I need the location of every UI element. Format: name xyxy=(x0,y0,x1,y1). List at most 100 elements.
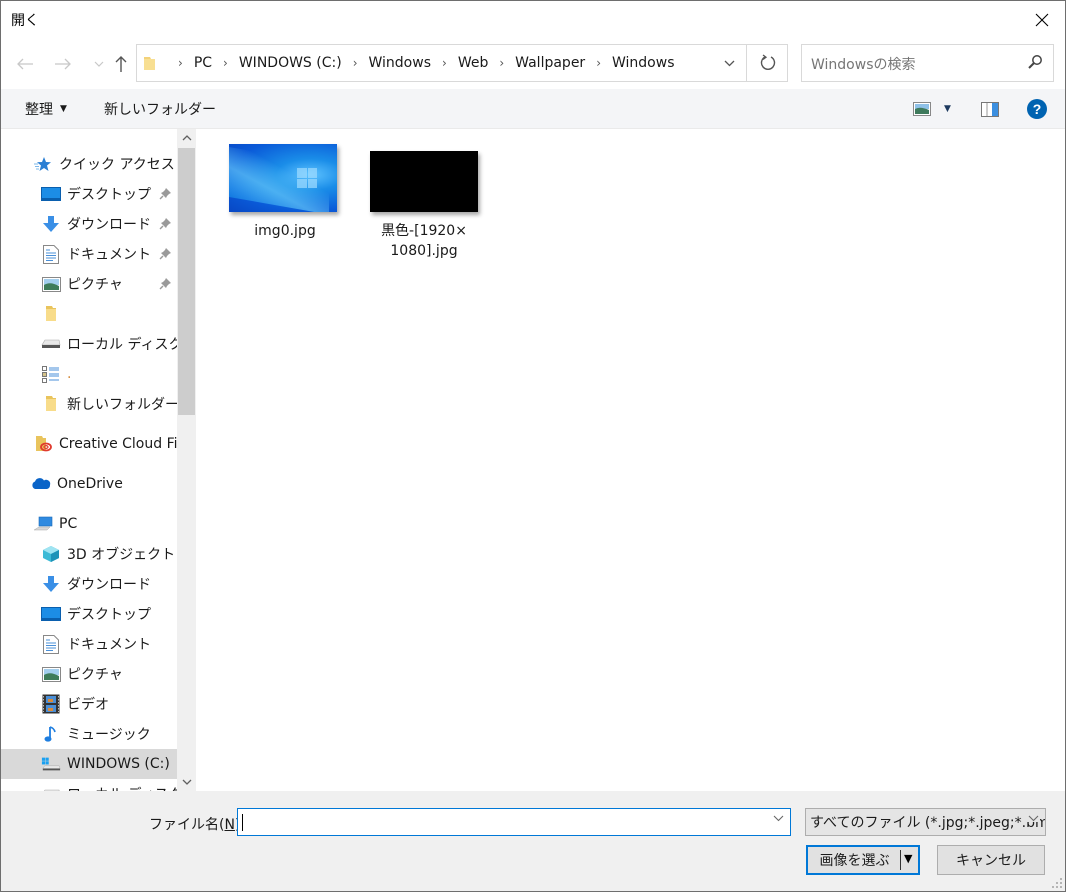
sidebar-item-label: Creative Cloud Files xyxy=(59,436,177,452)
sidebar-item-quick-access[interactable]: クイック アクセス xyxy=(1,149,177,179)
breadcrumb-item[interactable]: Windows xyxy=(369,55,432,71)
sidebar-item-downloads-pc[interactable]: ダウンロード xyxy=(1,569,177,599)
caret-down-icon: ▼ xyxy=(944,104,951,114)
dialog-footer: ファイル名(N): すべてのファイル (*.jpg;*.jpeg;*.bmp 画… xyxy=(1,791,1065,891)
breadcrumb-item[interactable]: WINDOWS (C:) xyxy=(239,55,342,71)
chevron-up-icon xyxy=(182,135,191,141)
navigation-pane: クイック アクセス デスクトップ ダウンロード ドキュメント ピクチャ ローカル… xyxy=(1,129,197,791)
sidebar-item-folder[interactable] xyxy=(1,299,177,329)
sidebar-item-creative-cloud[interactable]: Creative Cloud Files xyxy=(1,429,177,459)
pin-icon[interactable] xyxy=(159,187,172,200)
sidebar-item-label: デスクトップ xyxy=(67,187,151,203)
up-button[interactable] xyxy=(107,51,135,77)
breadcrumb-item[interactable]: Windows xyxy=(612,55,675,71)
sidebar-item-local-disk-d[interactable]: ローカル ディスク (D xyxy=(1,329,177,359)
document-icon xyxy=(41,244,61,264)
folder-icon xyxy=(41,304,61,324)
sidebar-item-onedrive[interactable]: OneDrive xyxy=(1,469,177,499)
sidebar-item-label: 新しいフォルダー (5) xyxy=(67,397,177,413)
computer-icon xyxy=(33,514,53,534)
creative-cloud-icon xyxy=(33,434,53,454)
pin-icon[interactable] xyxy=(159,247,172,260)
chevron-right-icon[interactable]: › xyxy=(499,56,504,70)
sidebar-item-videos[interactable]: ビデオ xyxy=(1,689,177,719)
breadcrumb-item[interactable]: Web xyxy=(458,55,489,71)
preview-pane-button[interactable] xyxy=(981,89,999,129)
chevron-right-icon: › xyxy=(178,56,183,70)
forward-button[interactable] xyxy=(49,51,77,77)
breadcrumb-item[interactable]: Wallpaper xyxy=(515,55,585,71)
sidebar-item-documents-pc[interactable]: ドキュメント xyxy=(1,629,177,659)
command-toolbar: 整理 ▼ 新しいフォルダー ▼ ? xyxy=(1,89,1065,129)
sidebar-item-documents[interactable]: ドキュメント xyxy=(1,239,177,269)
chevron-down-icon xyxy=(94,61,104,67)
sidebar-item-desktop[interactable]: デスクトップ xyxy=(1,179,177,209)
open-file-dialog: 開く › PC › WINDOWS (C:) › Windows › Web ›… xyxy=(0,0,1066,892)
search-input[interactable]: Windowsの検索 xyxy=(801,44,1054,82)
breadcrumb-item[interactable]: PC xyxy=(194,55,212,71)
drive-icon xyxy=(41,784,61,791)
search-icon xyxy=(1028,55,1042,69)
sidebar-item-pc[interactable]: PC xyxy=(1,509,177,539)
sidebar-item-desktop-pc[interactable]: デスクトップ xyxy=(1,599,177,629)
cancel-button[interactable]: キャンセル xyxy=(937,845,1045,875)
sidebar-item-3d-objects[interactable]: 3D オブジェクト xyxy=(1,539,177,569)
video-icon xyxy=(41,694,61,714)
help-icon: ? xyxy=(1027,99,1047,119)
close-icon xyxy=(1035,13,1049,27)
chevron-down-icon xyxy=(182,779,191,785)
cancel-button-label: キャンセル xyxy=(956,853,1026,869)
sidebar-item-downloads[interactable]: ダウンロード xyxy=(1,209,177,239)
chevron-right-icon[interactable]: › xyxy=(596,56,601,70)
address-bar[interactable]: › PC › WINDOWS (C:) › Windows › Web › Wa… xyxy=(136,44,788,82)
sidebar-item-label: ドキュメント xyxy=(67,637,151,653)
close-button[interactable] xyxy=(1019,1,1065,39)
organize-menu-button[interactable]: 整理 ▼ xyxy=(25,89,67,129)
view-thumbnail-icon xyxy=(913,102,931,116)
filename-input[interactable] xyxy=(237,808,791,836)
view-options-dropdown[interactable]: ▼ xyxy=(944,89,951,129)
sidebar-item-local-disk-d-pc[interactable]: ローカル ディスク (D:) xyxy=(1,779,177,791)
scroll-up-button[interactable] xyxy=(177,129,196,147)
address-history-dropdown[interactable] xyxy=(711,45,747,81)
sidebar-item-label: ビデオ xyxy=(67,697,109,713)
open-options-dropdown-icon[interactable]: ▼ xyxy=(904,852,912,865)
file-thumbnail-black[interactable] xyxy=(370,151,478,212)
chevron-right-icon[interactable]: › xyxy=(442,56,447,70)
preview-pane-icon xyxy=(981,101,999,117)
open-button[interactable]: 画像を選ぶ ▼ xyxy=(806,845,920,875)
scrollbar-thumb[interactable] xyxy=(178,148,195,415)
file-name[interactable]: 黒色-[1920× 1080].jpg xyxy=(366,221,482,261)
new-folder-button[interactable]: 新しいフォルダー xyxy=(104,89,216,129)
chevron-right-icon[interactable]: › xyxy=(353,56,358,70)
back-button[interactable] xyxy=(11,51,39,77)
svg-text:?: ? xyxy=(1033,101,1042,117)
sidebar-item-pictures[interactable]: ピクチャ xyxy=(1,269,177,299)
chevron-down-icon[interactable] xyxy=(773,815,784,822)
sidebar-item-windows-c[interactable]: WINDOWS (C:) xyxy=(1,749,177,779)
sidebar-item-list[interactable]: . xyxy=(1,359,177,389)
change-view-button[interactable] xyxy=(913,89,931,129)
open-button-label: 画像を選ぶ xyxy=(819,853,890,869)
sidebar-item-pictures-pc[interactable]: ピクチャ xyxy=(1,659,177,689)
navigation-bar: › PC › WINDOWS (C:) › Windows › Web › Wa… xyxy=(1,39,1065,89)
sidebar-item-label: ローカル ディスク (D xyxy=(67,337,177,353)
arrow-up-icon xyxy=(115,56,127,72)
file-thumbnail-img0[interactable] xyxy=(229,144,337,212)
pin-icon[interactable] xyxy=(159,217,172,230)
refresh-button[interactable] xyxy=(746,45,788,81)
pin-icon[interactable] xyxy=(159,277,172,290)
navigation-pane-scrollbar[interactable] xyxy=(177,129,196,791)
file-type-filter-select[interactable]: すべてのファイル (*.jpg;*.jpeg;*.bmp xyxy=(805,808,1046,836)
resize-grip-icon[interactable] xyxy=(1051,877,1063,889)
text-cursor xyxy=(242,814,243,831)
scroll-down-button[interactable] xyxy=(177,773,196,791)
chevron-right-icon[interactable]: › xyxy=(223,56,228,70)
sidebar-item-new-folder-5[interactable]: 新しいフォルダー (5) xyxy=(1,389,177,419)
file-type-filter-value: すべてのファイル (*.jpg;*.jpeg;*.bmp xyxy=(810,815,1046,831)
help-button[interactable]: ? xyxy=(1026,89,1048,129)
download-icon xyxy=(41,214,61,234)
sidebar-item-music[interactable]: ミュージック xyxy=(1,719,177,749)
document-icon xyxy=(41,634,61,654)
file-name[interactable]: img0.jpg xyxy=(227,221,343,241)
